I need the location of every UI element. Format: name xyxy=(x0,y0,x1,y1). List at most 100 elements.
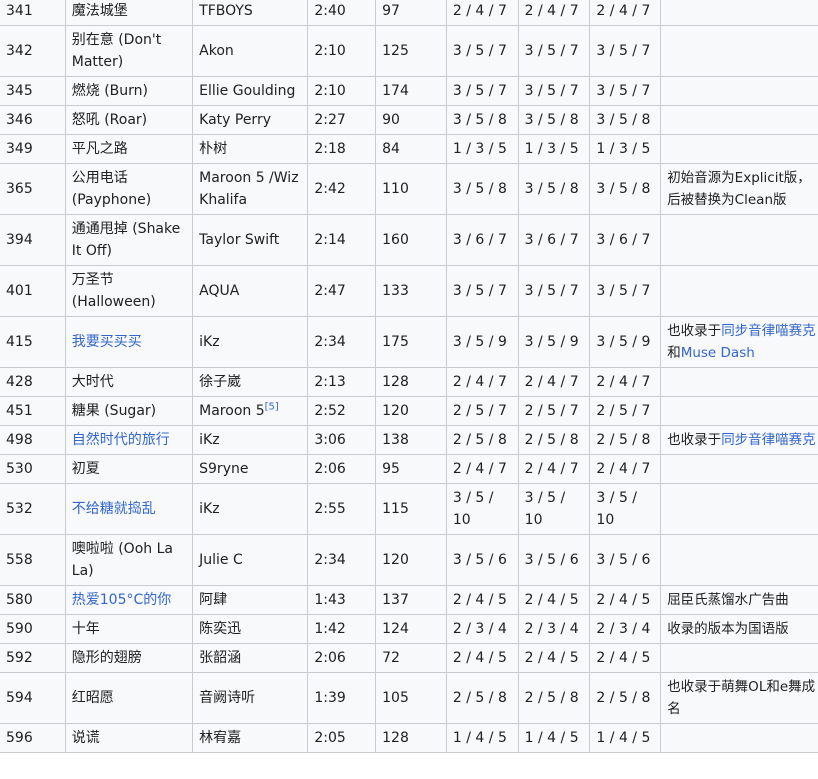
artist-name: Julie C xyxy=(199,552,243,568)
bpm-cell: 160 xyxy=(375,214,447,266)
duration-cell: 2:52 xyxy=(307,396,377,426)
artist-name: 音阙诗听 xyxy=(199,690,256,706)
difficulty-cell: 2 / 4 / 7 xyxy=(517,0,591,26)
song-title-link[interactable]: 自然时代的旅行 xyxy=(72,432,170,448)
song-number-cell: 532 xyxy=(0,483,66,535)
song-title-link[interactable]: 我要买买买 xyxy=(72,334,142,350)
artist-cell: 林宥嘉 xyxy=(192,723,309,753)
duration-cell: 2:13 xyxy=(307,367,377,397)
difficulty-cell: 2 / 4 / 5 xyxy=(589,643,662,673)
bpm-cell: 120 xyxy=(375,534,447,586)
artist-cell: Taylor Swift xyxy=(192,214,309,266)
duration-cell: 2:27 xyxy=(307,105,377,135)
song-title-cell: 燃烧 (Burn) xyxy=(64,76,194,106)
bpm-cell: 110 xyxy=(375,163,447,215)
note-cell xyxy=(660,454,818,484)
table-row: 596 说谎 林宥嘉 2:05 128 1 / 4 / 51 / 4 / 51 / 4 /… xyxy=(0,723,818,753)
song-number-cell: 401 xyxy=(0,265,66,317)
difficulty-cell: 1 / 3 / 5 xyxy=(517,134,591,164)
song-table-body: 341 魔法城堡 TFBOYS 2:40 97 2 / 4 / 72 / 4 / 72 /… xyxy=(0,0,818,753)
bpm-cell: 125 xyxy=(375,25,447,77)
song-title-cell: 我要买买买 xyxy=(64,316,194,368)
note-link[interactable]: Muse Dash xyxy=(681,345,755,361)
artist-name: TFBOYS xyxy=(199,3,253,19)
artist-cell: Ellie Goulding xyxy=(192,76,309,106)
song-number-cell: 349 xyxy=(0,134,66,164)
duration-cell: 2:42 xyxy=(307,163,377,215)
note-cell xyxy=(660,134,818,164)
note-text: 也收录于 xyxy=(667,432,722,448)
note-cell xyxy=(660,25,818,77)
artist-name: 阿肆 xyxy=(199,592,228,608)
difficulty-cell: 2 / 4 / 7 xyxy=(517,367,591,397)
difficulty-cell: 3 / 5 / 7 xyxy=(445,25,519,77)
artist-cell: 阿肆 xyxy=(192,585,309,615)
difficulty-cell: 2 / 4 / 7 xyxy=(589,454,662,484)
note-link[interactable]: 同步音律喵赛克 xyxy=(721,432,816,448)
duration-cell: 2:47 xyxy=(307,265,377,317)
difficulty-cell: 3 / 5 / 8 xyxy=(589,163,662,215)
bpm-cell: 95 xyxy=(375,454,447,484)
difficulty-cell: 3 / 6 / 7 xyxy=(517,214,591,266)
note-cell xyxy=(660,723,818,753)
difficulty-cell: 3 / 5 / 7 xyxy=(589,76,662,106)
song-title-cell: 不给糖就捣乱 xyxy=(64,483,194,535)
difficulty-cell: 3 / 6 / 7 xyxy=(589,214,662,266)
difficulty-cell: 3 / 5 / 8 xyxy=(445,163,519,215)
song-number-cell: 451 xyxy=(0,396,66,426)
bpm-cell: 138 xyxy=(375,425,447,455)
table-row: 530 初夏 S9ryne 2:06 95 2 / 4 / 72 / 4 / 72 / 4… xyxy=(0,454,818,484)
difficulty-cell: 1 / 4 / 5 xyxy=(589,723,662,753)
artist-name: 朴树 xyxy=(199,141,228,157)
note-cell xyxy=(660,0,818,26)
reference-link[interactable]: [5] xyxy=(265,401,279,412)
difficulty-cell: 2 / 5 / 7 xyxy=(517,396,591,426)
difficulty-cell: 3 / 5 / 6 xyxy=(517,534,591,586)
artist-name: Maroon 5 /Wiz Khalifa xyxy=(199,170,299,208)
difficulty-cell: 2 / 3 / 4 xyxy=(445,614,519,644)
table-row: 349 平凡之路 朴树 2:18 84 1 / 3 / 51 / 3 / 51 / 3 /… xyxy=(0,134,818,164)
note-link[interactable]: 同步音律喵赛克 xyxy=(721,323,816,339)
table-row: 346 怒吼 (Roar) Katy Perry 2:27 90 3 / 5 / 83 /… xyxy=(0,105,818,135)
artist-name: 张韶涵 xyxy=(199,650,242,666)
song-title-cell: 魔法城堡 xyxy=(64,0,194,26)
artist-cell: 徐子崴 xyxy=(192,367,309,397)
difficulty-cell: 1 / 3 / 5 xyxy=(589,134,662,164)
difficulty-cell: 2 / 3 / 4 xyxy=(589,614,662,644)
difficulty-cell: 1 / 4 / 5 xyxy=(517,723,591,753)
table-row: 394 通通甩掉 (Shake It Off) Taylor Swift 2:14 16… xyxy=(0,214,818,266)
artist-name: iKz xyxy=(199,501,220,517)
artist-name: Maroon 5 xyxy=(199,403,265,419)
difficulty-cell: 3 / 5 / 10 xyxy=(589,483,662,535)
table-row: 580 热爱105°C的你 阿肆 1:43 137 2 / 4 / 52 / 4 / 52… xyxy=(0,585,818,615)
table-row: 558 噢啦啦 (Ooh La La) Julie C 2:34 120 3 / 5 / … xyxy=(0,534,818,586)
song-title-cell: 通通甩掉 (Shake It Off) xyxy=(64,214,194,266)
artist-cell: 朴树 xyxy=(192,134,309,164)
table-row: 590 十年 陈奕迅 1:42 124 2 / 3 / 42 / 3 / 42 / 3 /… xyxy=(0,614,818,644)
song-number-cell: 592 xyxy=(0,643,66,673)
duration-cell: 1:42 xyxy=(307,614,377,644)
difficulty-cell: 2 / 4 / 7 xyxy=(445,0,519,26)
note-text: 和 xyxy=(667,345,681,361)
artist-name: 陈奕迅 xyxy=(199,621,242,637)
difficulty-cell: 3 / 5 / 9 xyxy=(445,316,519,368)
song-title-link[interactable]: 不给糖就捣乱 xyxy=(72,501,156,517)
song-number-cell: 594 xyxy=(0,672,66,724)
difficulty-cell: 1 / 4 / 5 xyxy=(445,723,519,753)
difficulty-cell: 2 / 4 / 5 xyxy=(445,643,519,673)
artist-cell: AQUA xyxy=(192,265,309,317)
difficulty-cell: 2 / 4 / 7 xyxy=(589,0,662,26)
song-number-cell: 394 xyxy=(0,214,66,266)
song-number-cell: 342 xyxy=(0,25,66,77)
artist-cell: Maroon 5[5] xyxy=(192,396,309,426)
song-title-cell: 平凡之路 xyxy=(64,134,194,164)
song-number-cell: 590 xyxy=(0,614,66,644)
difficulty-cell: 2 / 4 / 7 xyxy=(445,454,519,484)
note-text: 也收录于 xyxy=(667,323,722,339)
difficulty-cell: 2 / 4 / 5 xyxy=(445,585,519,615)
song-number-cell: 428 xyxy=(0,367,66,397)
song-title-link[interactable]: 热爱105°C的你 xyxy=(72,592,172,608)
artist-cell: Akon xyxy=(192,25,309,77)
artist-cell: TFBOYS xyxy=(192,0,309,26)
difficulty-cell: 3 / 5 / 6 xyxy=(445,534,519,586)
